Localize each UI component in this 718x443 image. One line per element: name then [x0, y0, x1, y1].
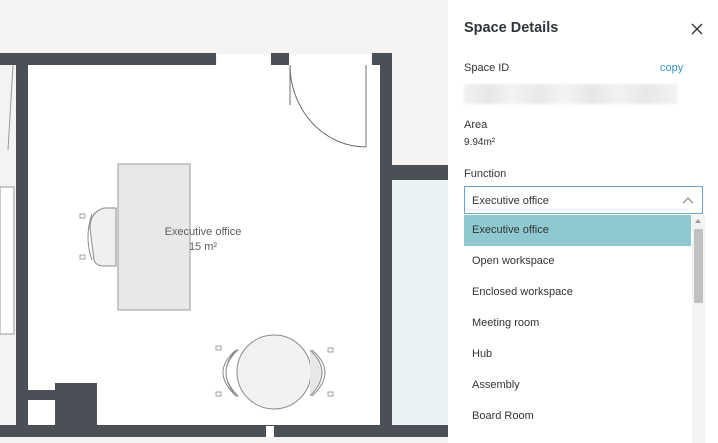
room-name: Executive office — [164, 226, 242, 238]
space-details-panel: Space Details Space ID copy Area 9.94m² … — [448, 0, 718, 443]
scrollbar-thumb[interactable] — [694, 229, 703, 303]
space-id-label: Space ID — [464, 62, 510, 74]
option-open-workspace[interactable]: Open workspace — [464, 246, 691, 277]
function-select-value: Executive office — [472, 195, 549, 207]
function-label: Function — [464, 168, 507, 180]
option-hub[interactable]: Hub — [464, 339, 691, 370]
option-assembly[interactable]: Assembly — [464, 370, 691, 401]
option-enclosed-workspace[interactable]: Enclosed workspace — [464, 277, 691, 308]
area-value: 9.94m² — [464, 137, 496, 148]
area-label: Area — [464, 119, 488, 131]
room-label: Executive office 15 m² — [150, 225, 256, 255]
function-options-list[interactable]: Executive office Open workspace Enclosed… — [464, 215, 705, 443]
round-table[interactable] — [236, 334, 312, 410]
space-id-value-redacted — [464, 84, 678, 104]
panel-title: Space Details — [464, 20, 559, 36]
function-select[interactable]: Executive office — [464, 186, 703, 214]
left-room[interactable] — [0, 186, 15, 335]
option-executive-office[interactable]: Executive office — [464, 215, 691, 246]
options-scrollbar[interactable] — [692, 215, 705, 443]
adjacent-room[interactable] — [392, 180, 448, 423]
chevron-up-icon — [682, 197, 694, 204]
close-button[interactable] — [686, 18, 708, 40]
floor-plan — [0, 53, 448, 443]
option-meeting-room[interactable]: Meeting room — [464, 308, 691, 339]
option-board-room[interactable]: Board Room — [464, 401, 691, 432]
floor-plan-canvas[interactable]: Executive office 15 m² — [0, 0, 448, 443]
room-capacity: 15 m² — [188, 241, 218, 253]
copy-link[interactable]: copy — [660, 62, 683, 74]
close-icon — [691, 23, 703, 35]
scroll-up-icon[interactable] — [695, 219, 701, 223]
